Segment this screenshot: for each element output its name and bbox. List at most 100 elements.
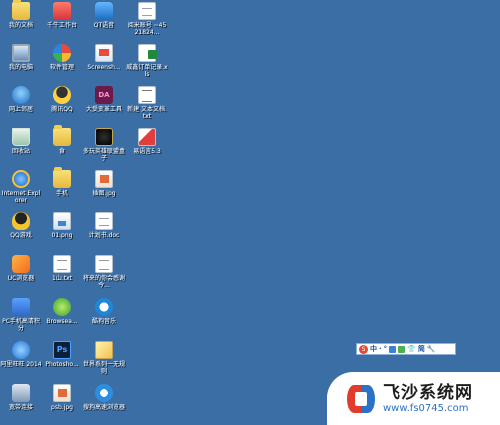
watermark-title: 飞沙系统网 (383, 382, 473, 403)
desktop-icon[interactable]: 网上邻居 (0, 86, 42, 113)
desktop-icon[interactable]: 搜狗高速浏览器 (83, 384, 125, 411)
desktop-icon-label: 阿里旺旺 2014 (0, 361, 42, 368)
desktop-icon-label: 新建 文本文档.txt (127, 106, 167, 120)
desktop-icon[interactable]: 腾讯QQ (41, 86, 83, 113)
desktop-icon[interactable]: 将来的你会感谢今... (83, 255, 125, 289)
toolbox-icon[interactable] (398, 345, 406, 353)
image-file-icon (53, 212, 71, 230)
keyboard-icon[interactable] (389, 345, 397, 353)
simplified-traditional-toggle[interactable]: 简 (418, 344, 425, 354)
desktop-icon[interactable]: psb.jpg (41, 384, 83, 411)
desktop-icon-label: 将来的你会感谢今... (83, 275, 126, 289)
sogou-browser-icon (95, 384, 113, 402)
desktop-icon[interactable]: 世界系列一无规则 (83, 341, 125, 375)
qt-voice-icon (95, 2, 113, 20)
folder-icon (53, 125, 71, 146)
photoshop-icon: Ps (53, 341, 71, 359)
desktop-icon-label: 1山.txt (52, 275, 72, 282)
desktop-icon[interactable]: Internet Explorer (0, 170, 42, 204)
site-logo-icon (345, 383, 377, 415)
desktop-icon-label: Browsea... (46, 318, 78, 325)
desktop-icon-label: 我的文档 (8, 22, 33, 29)
desktop-icon[interactable]: 01.png (41, 212, 83, 239)
desktop-icon[interactable]: 回收站 (0, 128, 42, 155)
desktop-icon-label: 计划书.doc (88, 232, 120, 239)
sogou-ime-logo-icon[interactable]: S (359, 344, 368, 354)
desktop-icon[interactable]: UC浏览器 (0, 255, 42, 282)
watermark-text: 飞沙系统网 www.fs0745.com (383, 383, 473, 415)
desktop-icon-label: 威鑫订单记录.xls (126, 64, 168, 78)
computer-icon (12, 44, 30, 62)
desktop-icon-label: 回收站 (11, 148, 30, 155)
full-half-width-toggle[interactable]: ° (384, 344, 388, 354)
desktop-icon[interactable]: 软件管理 (41, 44, 83, 71)
desktop-icon[interactable]: QQ游戏 (0, 212, 42, 239)
image-file-icon (53, 384, 71, 402)
desktop-icon[interactable]: 易语言5.3 (126, 128, 168, 155)
settings-wrench-icon[interactable]: 🔧 (427, 344, 436, 354)
desktop-icon-label: PC手机高清积分 (2, 318, 40, 332)
desktop-icon[interactable]: 千牛工作台 (41, 2, 83, 29)
qq-icon (53, 86, 71, 104)
ie-icon (12, 170, 30, 188)
desktop-icon-label: 01.png (51, 232, 73, 239)
desktop-icon[interactable]: 酷狗音乐 (83, 298, 125, 325)
desktop-icon-label: 插图.jpg (92, 190, 116, 197)
desktop-icon[interactable]: 新建 文本文档.txt (126, 86, 168, 120)
desktop-icon-label: Photosho... (45, 361, 79, 368)
desktop-icon[interactable]: DA 大受变革工具 (83, 86, 125, 113)
image-file-icon (95, 170, 113, 188)
desktop-icon[interactable]: 我的文档 (0, 0, 42, 29)
desktop-icon[interactable]: 手机 (41, 167, 83, 197)
game-box-icon (95, 128, 113, 146)
desktop-icon[interactable]: 插图.jpg (83, 170, 125, 197)
text-file-icon (95, 255, 113, 273)
site-watermark: 飞沙系统网 www.fs0745.com (327, 372, 500, 425)
desktop-icon-label: 阅米账号 ~4521824... (127, 22, 167, 36)
pdf-tool-icon: DA (95, 86, 113, 104)
desktop-icon-label: 世界系列一无规则 (83, 361, 126, 375)
desktop-icon-label: 多玩英雄联盟盒子 (83, 148, 126, 162)
input-mode-toggle[interactable]: 中 (370, 344, 377, 354)
desktop-icon-label: psb.jpg (51, 404, 73, 411)
desktop-icon[interactable]: Browsea... (41, 298, 83, 325)
desktop-icon[interactable]: 阿里旺旺 2014 (0, 341, 42, 368)
desktop-icon[interactable]: PC手机高清积分 (0, 298, 42, 332)
desktop-icon[interactable]: 多玩英雄联盟盒子 (83, 128, 125, 162)
phone-assistant-icon (12, 298, 30, 316)
desktop-icon[interactable]: 1山.txt (41, 255, 83, 282)
desktop-icon[interactable]: 宽带连接 (0, 384, 42, 411)
desktop-icon-label: 网上邻居 (8, 106, 33, 113)
desktop-icon-label: 搜狗高速浏览器 (83, 404, 126, 411)
uc-browser-icon (12, 255, 30, 273)
punctuation-toggle[interactable]: · (379, 344, 382, 354)
qq-game-icon (12, 212, 30, 230)
folder-icon (53, 167, 71, 188)
desktop-icon-label: QT语音 (93, 22, 115, 29)
desktop-icon-label: 易语言5.3 (133, 148, 161, 155)
document-icon (95, 212, 113, 230)
broadband-icon (12, 384, 30, 402)
desktop-icon-label: 腾讯QQ (51, 106, 73, 113)
aliwangwang-icon (12, 341, 30, 359)
language-bar[interactable]: S 中 · ° 👕 简 🔧 (356, 343, 456, 355)
desktop-icon[interactable]: 阅米账号 ~4521824... (126, 2, 168, 36)
excel-file-icon (138, 44, 157, 62)
desktop-icon-label: 软件管理 (49, 64, 74, 71)
skin-icon[interactable]: 👕 (407, 344, 416, 354)
desktop-icon[interactable]: QT语音 (83, 2, 125, 29)
desktop-icon[interactable]: 食 (41, 125, 83, 155)
desktop-icon-label: 我的电脑 (8, 64, 33, 71)
recycle-bin-icon (12, 128, 30, 146)
desktop-icon[interactable]: 威鑫订单记录.xls (126, 44, 168, 78)
desktop-icon[interactable]: Screensh... (83, 44, 125, 71)
desktop-icon-label: Screensh... (87, 64, 121, 71)
desktop-icon[interactable]: 我的电脑 (0, 44, 42, 71)
browser-icon (53, 298, 71, 316)
watermark-url: www.fs0745.com (383, 402, 469, 414)
desktop-icon[interactable]: Ps Photosho... (41, 341, 83, 368)
music-icon (95, 298, 113, 316)
zip-file-icon (138, 2, 156, 20)
desktop-icon-label: 食 (58, 148, 65, 155)
desktop-icon[interactable]: 计划书.doc (83, 212, 125, 239)
